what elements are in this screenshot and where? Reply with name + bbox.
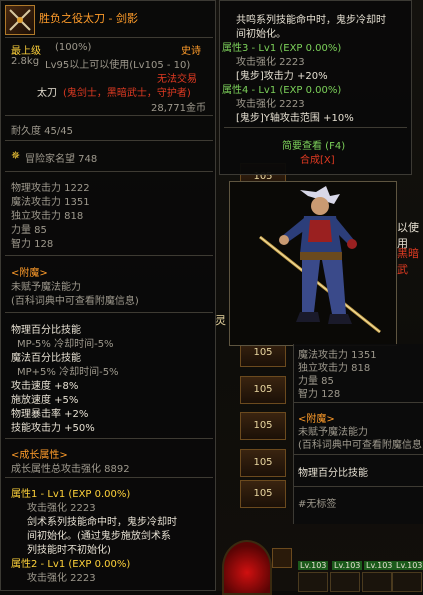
mp-line: 魔法百分比技能 (11, 353, 81, 364)
growth-attr-line: 攻击强化 2223 (27, 503, 96, 514)
enchant-header: <附魔> (11, 268, 48, 279)
growth-attr-title: 属性1 - Lv1 (EXP 0.00%) (11, 489, 131, 500)
item-tooltip-continued: 共鸣系列技能命中时，鬼步冷却时 间初始化。 属性3 - Lv1 (EXP 0.0… (219, 0, 412, 175)
attr4-line: 攻击强化 2223 (236, 99, 305, 110)
divider (5, 438, 213, 439)
item-tooltip: 胜负之役太刀 - 剑影 最上级 (100%) 史诗 2.8kg Lv95以上可以… (0, 0, 216, 591)
divider (5, 115, 213, 116)
class-requirement: (鬼剑士，黑暗武士，守护者) (63, 88, 191, 99)
swordsman-figure (230, 182, 396, 345)
divider (5, 140, 213, 141)
background-side-text-3: 灵 (215, 314, 226, 327)
item-weight: 2.8kg (11, 56, 40, 67)
bonus-line: 施放速度 +5% (11, 395, 79, 406)
adventure-fame: 冒险家名望 748 (25, 154, 98, 165)
skill-slot[interactable] (392, 572, 422, 592)
item-rarity: 史诗 (181, 46, 201, 57)
stat-line: 物理攻击力 1222 (11, 183, 90, 194)
skill-slot[interactable] (298, 572, 328, 592)
character-portrait (229, 181, 397, 346)
mp-line: MP-5% 冷却时间-5% (17, 339, 114, 350)
attr4-title: 属性4 - Lv1 (EXP 0.00%) (222, 85, 342, 96)
enchant-line: (百科词典中可查看附魔信息) (11, 296, 139, 307)
level-row-button[interactable]: 105 (240, 480, 286, 508)
item-icon (5, 5, 35, 35)
synthesis-button[interactable]: 合成[X] (300, 151, 335, 166)
item-type: 太刀 (37, 88, 57, 99)
divider (294, 402, 423, 403)
hp-orb (222, 540, 272, 595)
durability: 耐久度 45/45 (11, 126, 73, 137)
secondary-item-tooltip: 魔法攻击力 1351 独立攻击力 818 力量 85 智力 128 <附魔> 未… (293, 344, 423, 524)
divider (5, 171, 213, 172)
item-grade-pct: (100%) (55, 42, 92, 53)
trade-status: 无法交易 (157, 74, 197, 85)
divider (224, 127, 407, 128)
stat-line: 智力 128 (298, 389, 341, 400)
level-row-button[interactable]: 105 (240, 449, 286, 477)
skill-slot-level: Lv.103 (298, 561, 329, 570)
pct-skill-header: 物理百分比技能 (11, 325, 81, 336)
bonus-line: 物理暴击率 +2% (11, 409, 89, 420)
attr4-line: [鬼步]Y轴攻击范围 +10% (236, 113, 354, 124)
stat-line: 独立攻击力 818 (11, 211, 84, 222)
attr3-title: 属性3 - Lv1 (EXP 0.00%) (222, 43, 342, 54)
divider (5, 37, 213, 38)
tooltip-text: 间初始化。 (236, 29, 286, 40)
background-side-text-2: 黑暗武 (397, 247, 419, 276)
brief-view-button[interactable]: 简要查看 (F4) (282, 137, 345, 152)
growth-total: 成长属性总攻击强化 8892 (11, 464, 130, 475)
level-row-button[interactable]: 105 (240, 412, 286, 440)
enchant-line: 未赋予魔法能力 (11, 282, 81, 293)
skill-slot-level: Lv.103 (332, 561, 363, 570)
tag-label: #无标签 (298, 499, 337, 510)
skill-slot-level: Lv.103 (364, 561, 395, 570)
divider (294, 486, 423, 487)
growth-attr-line: 剑术系列技能命中时，鬼步冷却时 (27, 517, 177, 528)
item-level-req: Lv95以上可以使用(Lv105 - 10) (45, 60, 191, 71)
fame-icon: ✵ (11, 149, 21, 162)
skill-slot[interactable] (272, 548, 292, 568)
divider (5, 477, 213, 478)
skill-slot[interactable] (362, 572, 392, 592)
divider (5, 255, 213, 256)
stat-line: 魔法攻击力 1351 (11, 197, 90, 208)
divider (294, 454, 423, 455)
growth-attr-line: 间初始化。(通过鬼步施放剑术系 (27, 531, 171, 542)
bonus-line: 攻击速度 +8% (11, 381, 79, 392)
katana-icon (9, 9, 31, 31)
level-row-button[interactable]: 105 (240, 376, 286, 404)
skill-slot-level: Lv.103 (394, 561, 423, 570)
attr3-line: 攻击强化 2223 (236, 57, 305, 68)
mp-line: MP+5% 冷却时间-5% (17, 367, 119, 378)
growth-header: <成长属性> (11, 450, 68, 461)
growth-attr-title: 属性2 - Lv1 (EXP 0.00%) (11, 559, 131, 570)
growth-attr-line: 列技能时不初始化) (27, 545, 111, 556)
divider (5, 312, 213, 313)
pct-skill-label: 物理百分比技能 (298, 468, 368, 479)
item-name: 胜负之役太刀 - 剑影 (39, 12, 138, 25)
stat-line: 力量 85 (11, 225, 47, 236)
attr3-line: [鬼步]攻击力 +20% (236, 71, 328, 82)
item-grade: 最上级 (11, 46, 41, 57)
bonus-line: 技能攻击力 +50% (11, 423, 95, 434)
tooltip-text: 共鸣系列技能命中时，鬼步冷却时 (236, 15, 386, 26)
enchant-line: (百科词典中可查看附魔信息) (298, 440, 423, 451)
stat-line: 智力 128 (11, 239, 54, 250)
item-price: 28,771金币 (151, 103, 206, 114)
growth-attr-line: 攻击强化 2223 (27, 573, 96, 584)
skill-slot[interactable] (330, 572, 360, 592)
